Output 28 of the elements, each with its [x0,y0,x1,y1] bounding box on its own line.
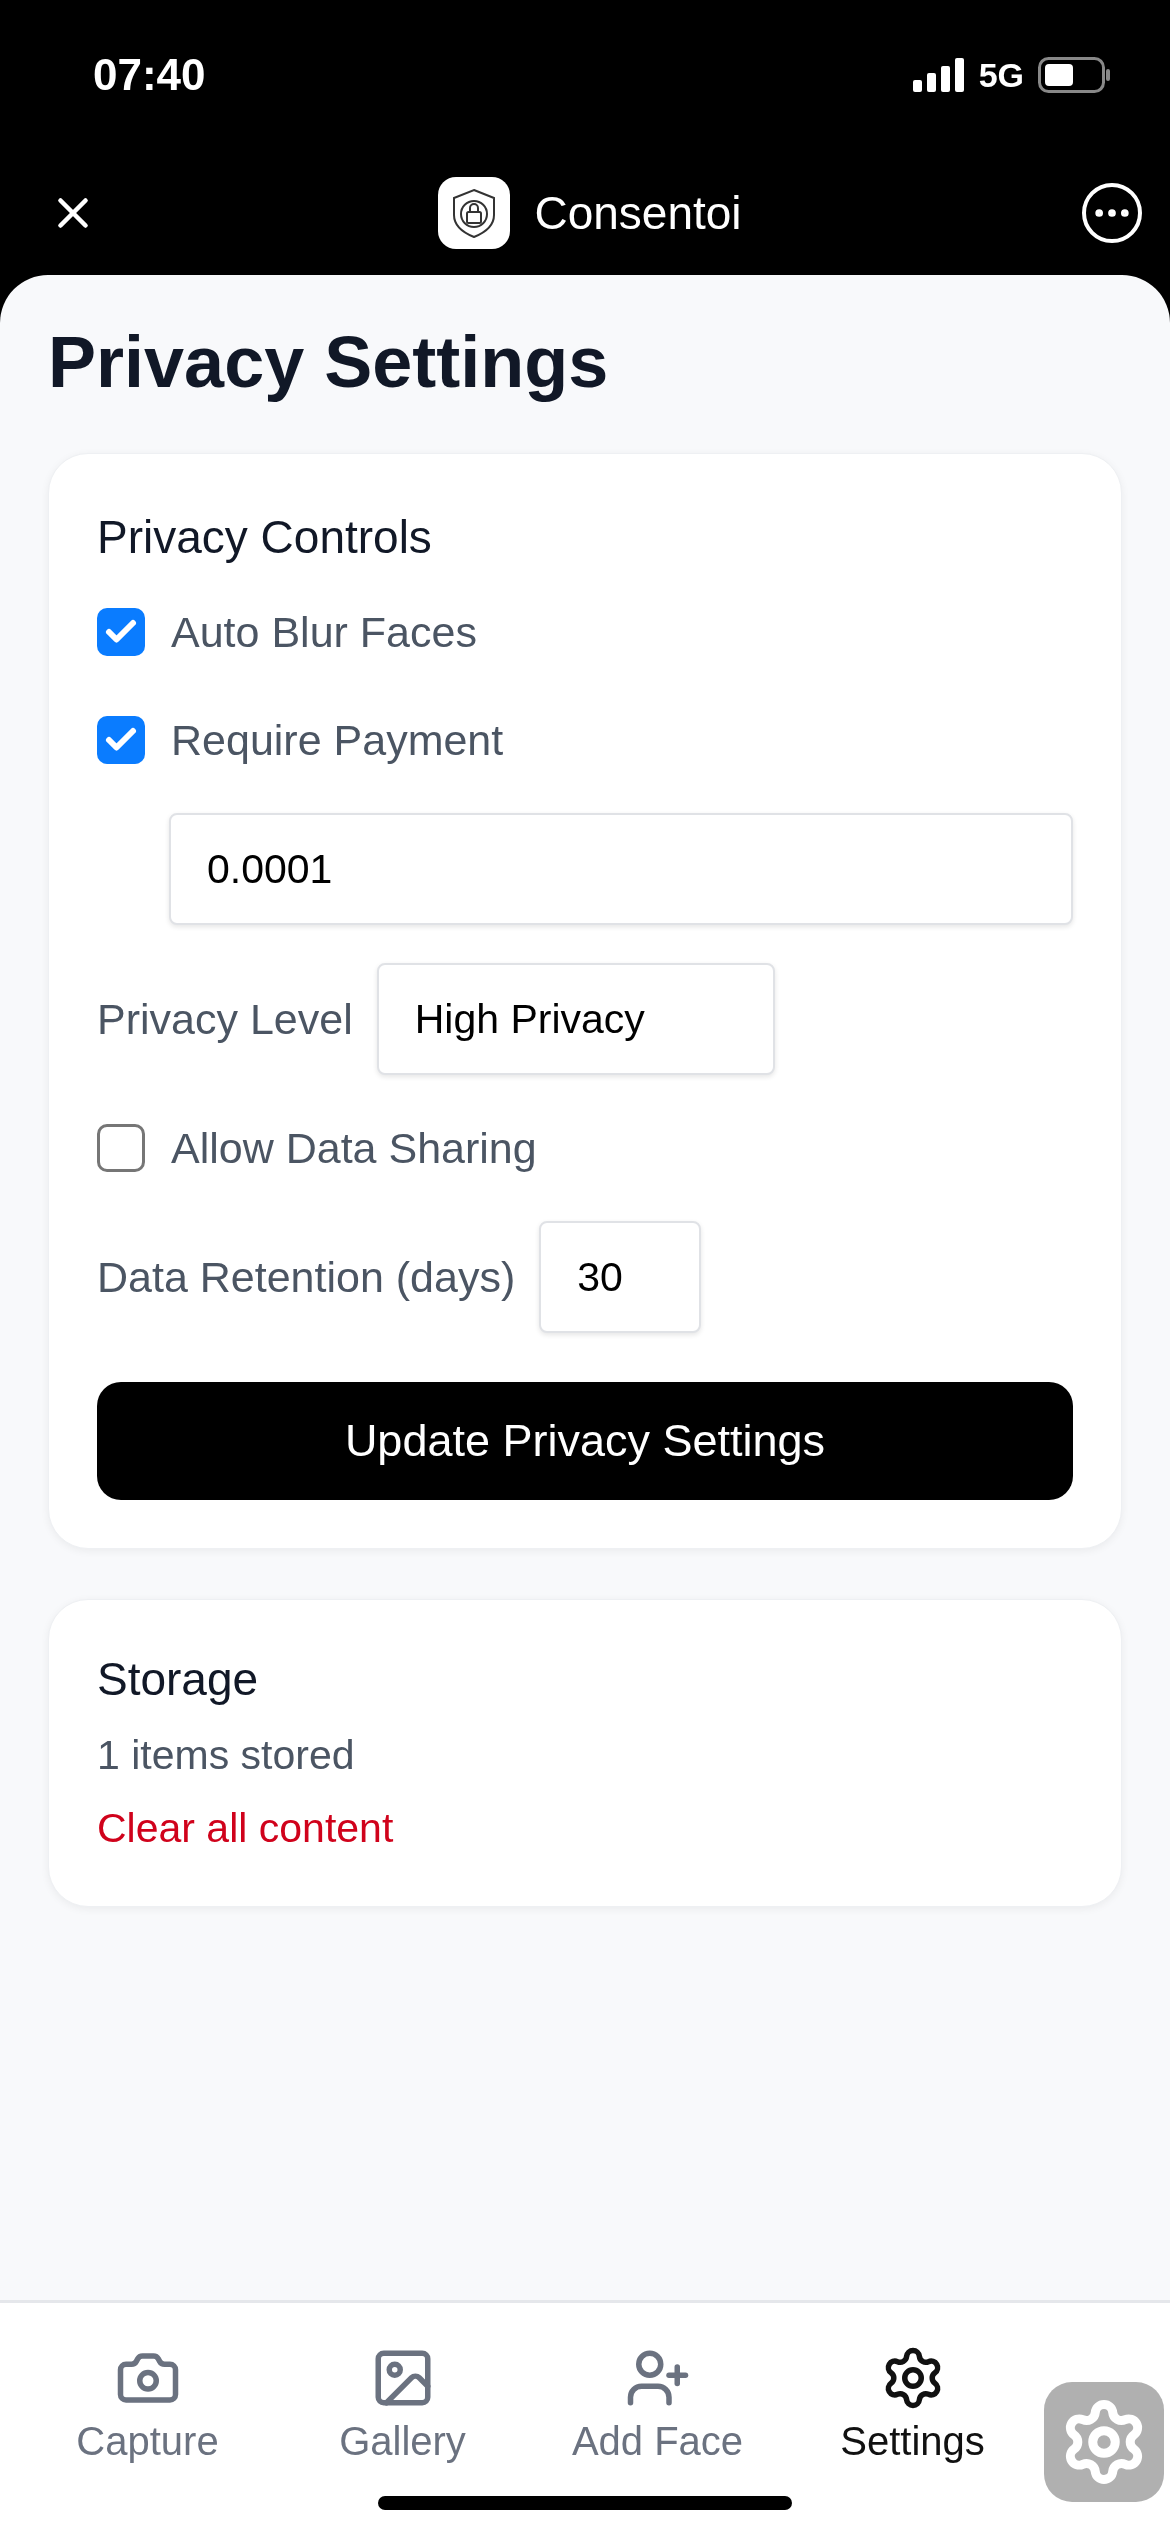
shield-lock-icon [438,176,511,249]
tab-item[interactable]: Capture [20,2303,275,2532]
card-title: Privacy Controls [97,510,433,564]
more-icon[interactable] [1082,182,1142,243]
battery-icon [1038,57,1110,93]
retention-field[interactable]: 30 [539,1221,702,1333]
amount-field[interactable]: 0.0001 [169,813,1073,925]
checkbox-label: Allow Data Sharing [171,1123,537,1173]
field-label: Data Retention (days) [97,1252,516,1302]
tab-item[interactable]: Settings [785,2303,1040,2532]
app-title: Consentoi [534,185,742,240]
storage-count: 1 items stored [97,1732,356,1779]
update-button[interactable]: Update Privacy Settings [97,1382,1073,1500]
page-title: Privacy Settings [48,321,610,403]
checkbox-label: Require Payment [171,715,504,765]
status-time: 07:40 [93,50,206,100]
checkbox[interactable] [97,608,145,656]
signal-icon [912,58,965,92]
tab-item[interactable]: Gallery [275,2303,530,2532]
privacy-level-select[interactable]: High Privacy [376,963,775,1075]
network-label: 5G [978,55,1024,95]
clear-content-link[interactable]: Clear all content [97,1805,394,1852]
checkbox-label: Auto Blur Faces [171,607,477,657]
tab-item[interactable]: Add Face [530,2303,785,2532]
checkbox[interactable] [97,1124,145,1172]
card-title: Storage [97,1652,260,1706]
field-label: Privacy Level [97,994,353,1044]
checkbox[interactable] [97,716,145,764]
